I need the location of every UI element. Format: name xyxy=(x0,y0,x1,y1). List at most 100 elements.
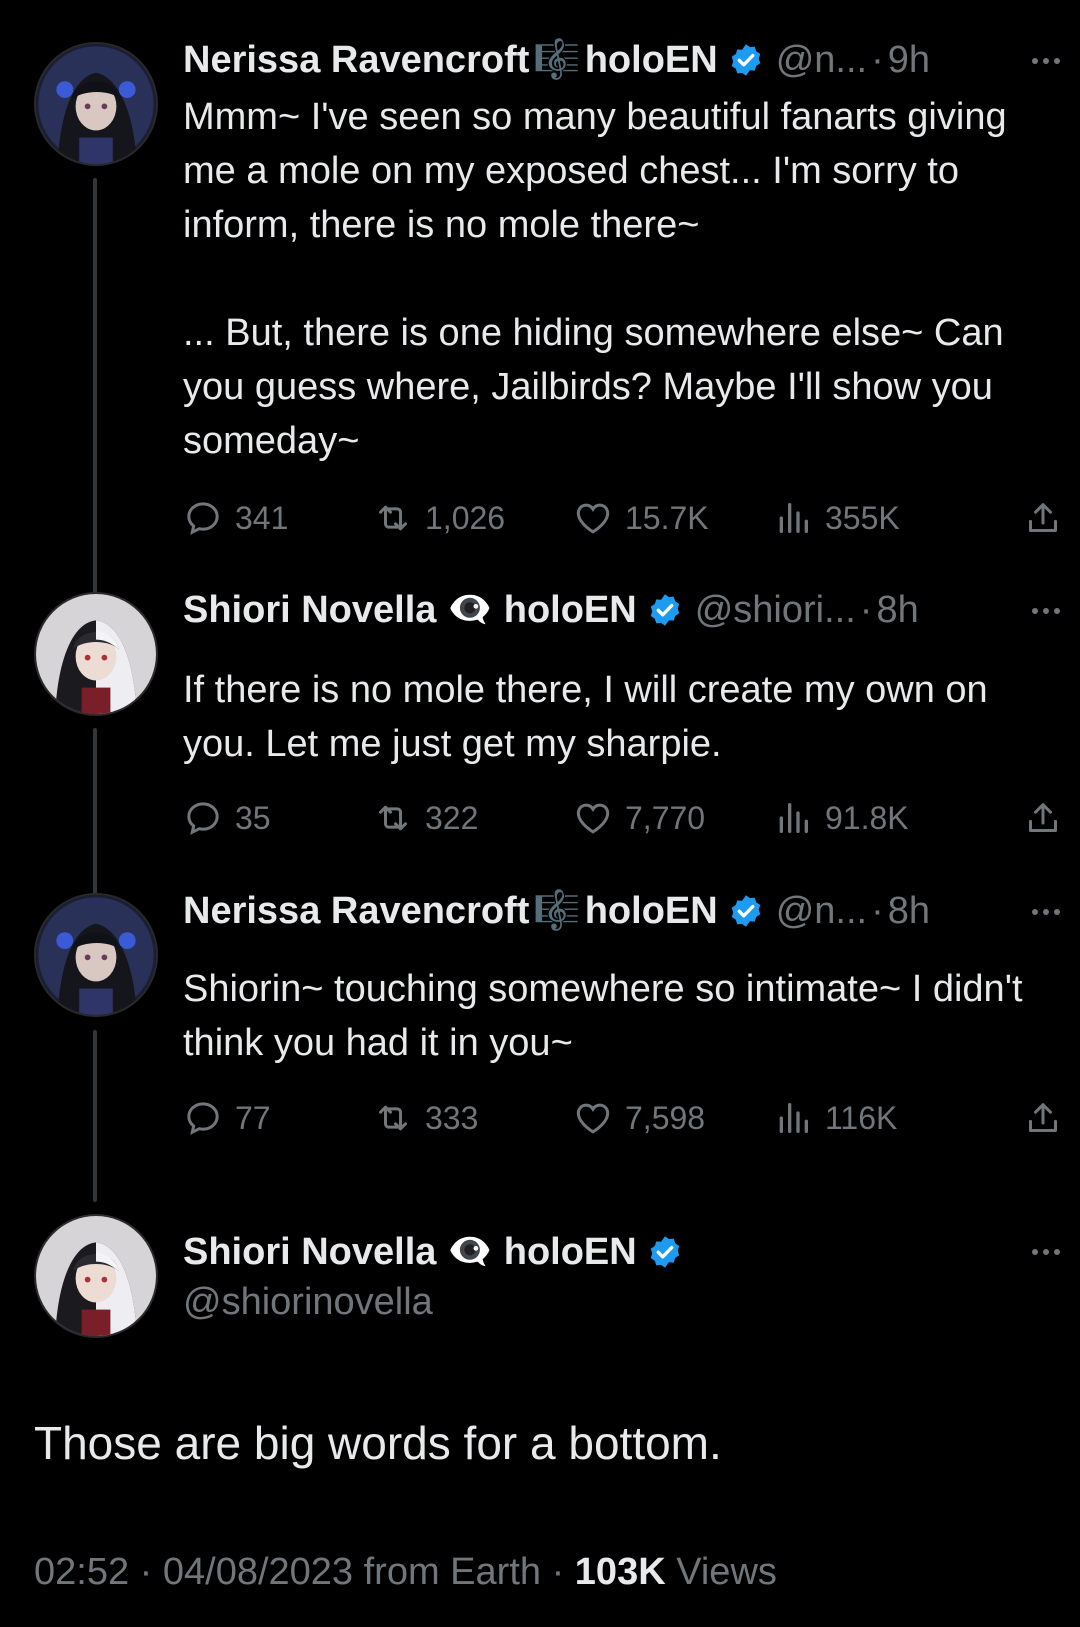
tweet-text: Those are big words for a bottom. xyxy=(34,1417,722,1469)
reply-icon xyxy=(187,502,219,535)
retweet-count: 1,026 xyxy=(425,499,506,536)
tweet-text: Mmm~ I've seen so many beautiful fanarts… xyxy=(183,96,1007,462)
display-name-suffix[interactable]: holoEN xyxy=(504,1231,637,1274)
share-icon xyxy=(1029,1103,1057,1132)
handle[interactable]: @shiori... xyxy=(695,589,856,632)
handle[interactable]: @shiorinovella xyxy=(183,1281,433,1324)
verified-badge-icon xyxy=(731,44,760,76)
music-score-emoji: 🎼 xyxy=(533,39,581,81)
post-date[interactable]: 04/08/2023 xyxy=(163,1551,353,1593)
views-icon xyxy=(779,803,808,833)
retweet-button[interactable]: 333 xyxy=(373,1093,478,1143)
tweet-meta: 02:52 · 04/08/2023 from Earth · 103K Vie… xyxy=(34,1551,777,1594)
thread-line xyxy=(93,1030,97,1202)
retweet-button[interactable]: 322 xyxy=(373,793,478,843)
views-count[interactable]: 103K xyxy=(575,1551,666,1593)
display-name[interactable]: Shiori Novella xyxy=(183,1231,436,1274)
retweet-button[interactable]: 1,026 xyxy=(373,493,505,543)
share-icon xyxy=(1029,803,1057,832)
reply-button[interactable]: 341 xyxy=(183,493,288,543)
like-count: 7,598 xyxy=(625,1099,706,1136)
like-count: 7,770 xyxy=(625,799,706,836)
separator-dot: · xyxy=(871,889,884,932)
more-icon[interactable] xyxy=(1026,596,1066,626)
avatar-shiori-image xyxy=(36,1216,156,1336)
retweet-icon xyxy=(379,1105,407,1131)
more-icon[interactable] xyxy=(1026,46,1066,76)
like-button[interactable]: 15.7K xyxy=(573,493,709,543)
views-count: 116K xyxy=(825,1099,898,1136)
views-icon xyxy=(779,1103,808,1133)
action-bar: 35 322 7,770 91.8K xyxy=(183,793,1063,843)
separator-dot: · xyxy=(871,38,884,81)
more-icon[interactable] xyxy=(1026,1237,1066,1267)
like-icon xyxy=(576,803,610,834)
like-icon xyxy=(576,503,610,534)
tweet-text: If there is no mole there, I will create… xyxy=(183,669,999,765)
retweet-count: 322 xyxy=(425,799,479,836)
like-count: 15.7K xyxy=(625,499,709,536)
share-button[interactable] xyxy=(1023,793,1063,843)
timestamp[interactable]: 8h xyxy=(876,589,918,632)
avatar[interactable] xyxy=(34,592,158,716)
separator-dot: · xyxy=(139,1551,153,1593)
reply-icon xyxy=(187,802,219,835)
views-button[interactable]: 355K xyxy=(773,493,900,543)
views-icon xyxy=(779,503,808,533)
display-name[interactable]: Nerissa Ravencroft xyxy=(183,890,529,933)
music-score-emoji: 🎼 xyxy=(533,890,581,932)
separator-dot: · xyxy=(551,1551,565,1593)
display-name[interactable]: Shiori Novella xyxy=(183,589,436,632)
thread-line xyxy=(93,728,97,903)
avatar[interactable] xyxy=(34,1214,158,1338)
separator-dot: · xyxy=(859,588,873,631)
retweet-icon xyxy=(379,805,407,831)
handle[interactable]: @n... xyxy=(776,39,867,82)
post-time[interactable]: 02:52 xyxy=(34,1551,129,1593)
reply-button[interactable]: 77 xyxy=(183,1093,271,1143)
action-bar: 77 333 7,598 116K xyxy=(183,1093,1063,1143)
tweet[interactable]: Nerissa Ravencroft 🎼 holoEN @n... · 9h M… xyxy=(0,0,1080,580)
share-button[interactable] xyxy=(1023,1093,1063,1143)
verified-badge-icon xyxy=(650,594,679,626)
avatar-nerissa-image xyxy=(36,895,156,1015)
like-button[interactable]: 7,598 xyxy=(573,1093,705,1143)
post-source: from Earth xyxy=(363,1551,542,1593)
verified-badge-icon xyxy=(650,1236,679,1268)
avatar-shiori-image xyxy=(36,594,156,714)
handle[interactable]: @n... xyxy=(776,890,867,933)
more-icon[interactable] xyxy=(1026,897,1066,927)
display-name[interactable]: Nerissa Ravencroft xyxy=(183,39,529,82)
views-button[interactable]: 91.8K xyxy=(773,793,909,843)
reply-count: 77 xyxy=(235,1099,271,1136)
retweet-icon xyxy=(379,505,407,531)
avatar-nerissa-image xyxy=(36,44,156,164)
views-label: Views xyxy=(676,1551,777,1593)
display-name-suffix[interactable]: holoEN xyxy=(585,39,718,82)
views-count: 91.8K xyxy=(825,799,909,836)
display-name-suffix[interactable]: holoEN xyxy=(504,589,637,632)
share-icon xyxy=(1029,503,1057,532)
timestamp[interactable]: 8h xyxy=(888,890,930,933)
reply-icon xyxy=(187,1102,219,1135)
tweet-header: Nerissa Ravencroft 🎼 holoEN @n... · 8h xyxy=(183,886,1060,936)
action-bar: 341 1,026 15.7K 355K xyxy=(183,493,1063,543)
display-name-suffix[interactable]: holoEN xyxy=(585,890,718,933)
retweet-count: 333 xyxy=(425,1099,479,1136)
tweet-header: Shiori Novella 👁‍🗨 holoEN @shiori... · 8… xyxy=(183,585,1060,635)
verified-badge-icon xyxy=(731,895,760,927)
tweet-header: Nerissa Ravencroft 🎼 holoEN @n... · 9h xyxy=(183,35,1060,85)
eye-in-speech-bubble-emoji: 👁‍🗨 xyxy=(446,1231,494,1273)
reply-button[interactable]: 35 xyxy=(183,793,271,843)
views-count: 355K xyxy=(825,499,900,536)
views-button[interactable]: 116K xyxy=(773,1093,897,1143)
like-button[interactable]: 7,770 xyxy=(573,793,705,843)
avatar[interactable] xyxy=(34,42,158,166)
timestamp[interactable]: 9h xyxy=(888,39,930,82)
avatar[interactable] xyxy=(34,893,158,1017)
tweet-header: Shiori Novella 👁‍🗨 holoEN xyxy=(183,1227,1060,1277)
like-icon xyxy=(576,1103,610,1134)
share-button[interactable] xyxy=(1023,493,1063,543)
eye-in-speech-bubble-emoji: 👁‍🗨 xyxy=(446,589,494,631)
reply-count: 341 xyxy=(235,499,289,536)
